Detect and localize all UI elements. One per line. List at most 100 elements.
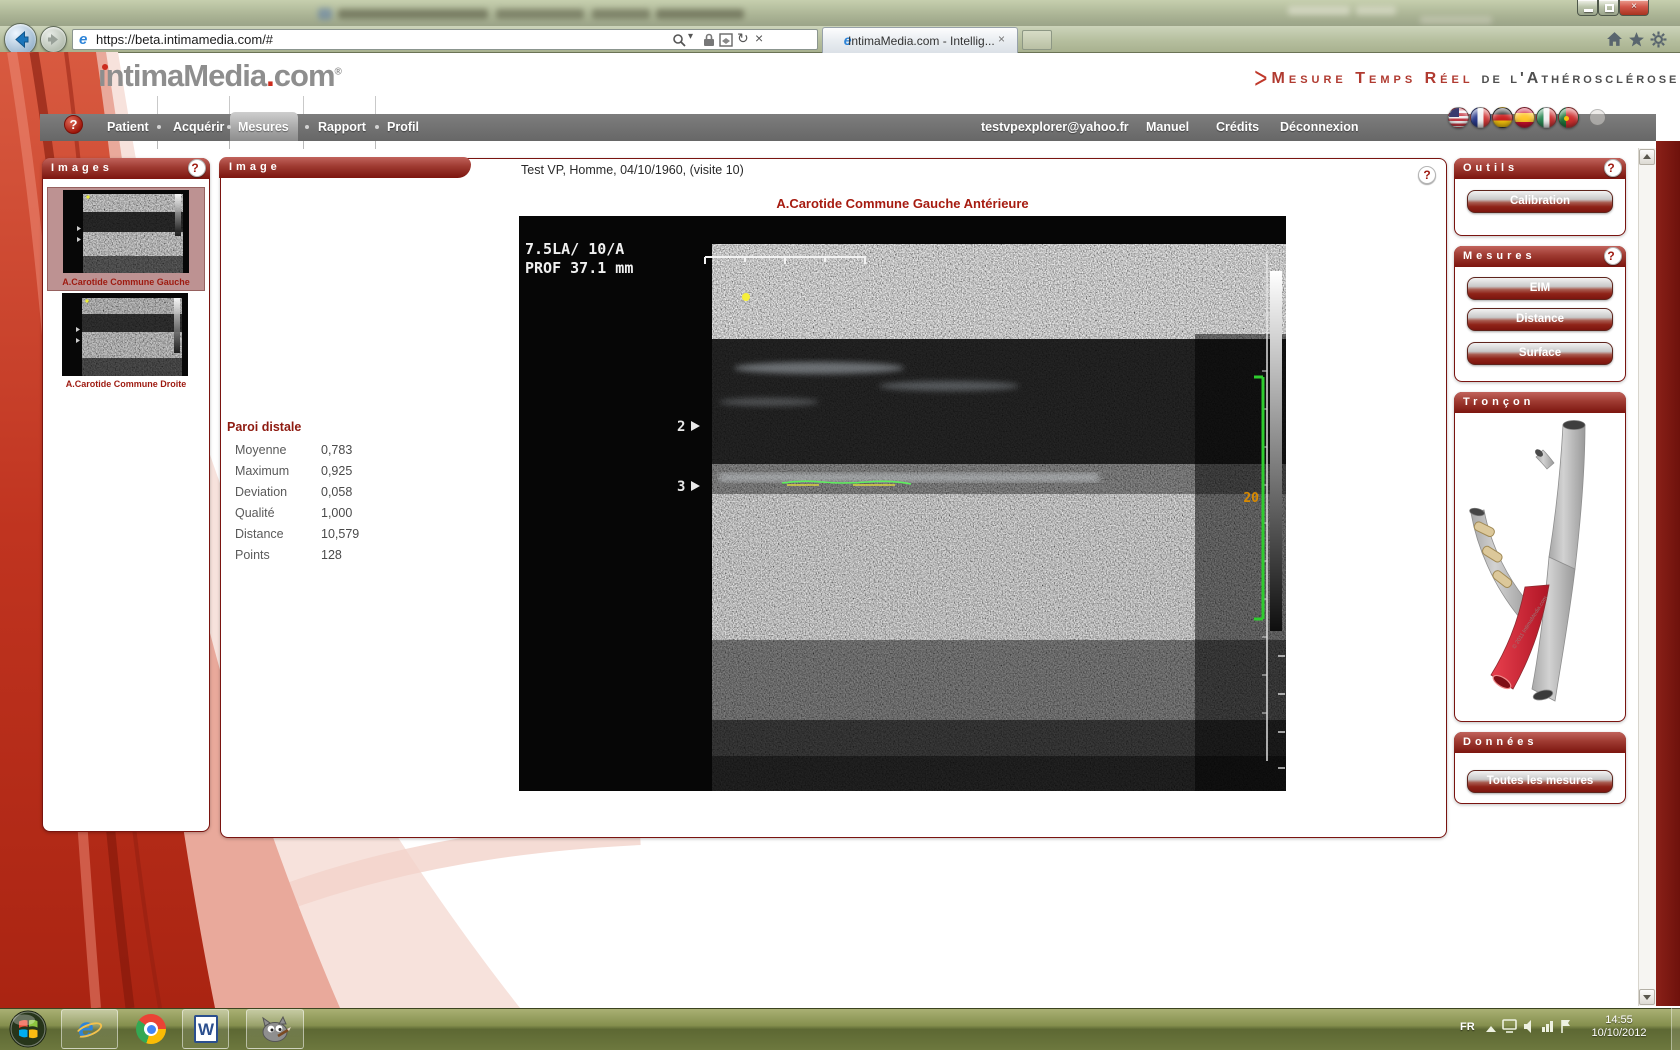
taskbar-chrome-button[interactable] — [136, 1014, 166, 1044]
donnees-panel-header: Données — [1454, 732, 1626, 753]
taskbar-gimp-button[interactable] — [246, 1009, 304, 1049]
measurement-row: Points128 — [235, 548, 395, 562]
flag-fr-icon[interactable] — [1470, 107, 1491, 128]
flag-extra-faded-icon[interactable] — [1589, 109, 1606, 126]
image-panel-title: Image — [229, 161, 281, 173]
images-panel-title: Images — [51, 162, 113, 174]
compatibility-view-icon[interactable] — [719, 33, 733, 47]
nav-help-button[interactable]: ? — [64, 115, 83, 134]
calibration-button[interactable]: Calibration — [1467, 190, 1613, 213]
internal-carotid-branch — [1549, 425, 1585, 569]
start-button[interactable] — [9, 1010, 47, 1048]
nav-bullet — [375, 125, 379, 129]
site-logo[interactable]: ıntimaMedia.com® — [98, 58, 342, 94]
distance-button[interactable]: Distance — [1467, 308, 1613, 331]
settings-gear-icon[interactable] — [1650, 31, 1667, 48]
nav-item-acquerir[interactable]: Acquérir — [173, 120, 224, 134]
marker-2-label: 2 — [677, 419, 685, 435]
flag-es-icon[interactable] — [1514, 107, 1535, 128]
measurement-value: 0,783 — [321, 443, 352, 457]
outils-panel: Outils ? Calibration — [1454, 158, 1626, 236]
surface-button[interactable]: Surface — [1467, 342, 1613, 365]
tray-language[interactable]: FR — [1460, 1021, 1475, 1033]
taskbar-word-button[interactable]: W — [182, 1009, 229, 1049]
tab-title: IntimaMedia.com - Intellig... — [848, 34, 995, 48]
monitor-icon[interactable] — [1503, 1020, 1516, 1032]
taskbar-ie-button[interactable]: e — [61, 1009, 118, 1049]
tab-close-icon[interactable]: × — [998, 32, 1005, 46]
thumbnail-label[interactable]: A.Carotide Commune Droite — [47, 379, 205, 389]
url-text[interactable]: https://beta.intimamedia.com/# — [96, 32, 273, 47]
scroll-up-button[interactable] — [1639, 149, 1655, 165]
nav-item-mesures[interactable]: Mesures — [238, 120, 289, 134]
forward-button[interactable] — [40, 26, 67, 53]
nav-item-patient[interactable]: Patient — [107, 120, 149, 134]
eim-button[interactable]: EIM — [1467, 277, 1613, 300]
measurement-value: 128 — [321, 548, 342, 562]
image-title: A.Carotide Commune Gauche Antérieure — [519, 196, 1286, 211]
tray-clock[interactable]: 14:55 10/10/2012 — [1576, 1014, 1662, 1040]
thumbnail-ultrasound-droite — [62, 293, 188, 376]
thumbnail-item[interactable]: A.Carotide Commune Droite — [47, 291, 205, 393]
show-desktop-button[interactable] — [1671, 1008, 1680, 1050]
action-center-flag-icon[interactable] — [1562, 1020, 1570, 1033]
mesures-panel-title: Mesures — [1463, 250, 1536, 262]
tray-hidden-icons-button[interactable] — [1486, 1026, 1496, 1032]
refresh-icon[interactable]: ↻ — [737, 30, 749, 47]
minimize-icon — [1584, 9, 1593, 12]
thumbnail-label[interactable]: A.Carotide Commune Gauche — [48, 277, 204, 287]
flag-us-icon[interactable] — [1448, 107, 1469, 128]
tray-icons[interactable] — [1502, 1018, 1572, 1036]
close-button[interactable]: × — [1619, 0, 1649, 16]
toutes-les-mesures-button[interactable]: Toutes les mesures — [1467, 770, 1613, 793]
images-help-button[interactable]: ? — [188, 159, 206, 177]
network-icon[interactable] — [1542, 1021, 1553, 1032]
image-panel-header: Image — [219, 157, 471, 178]
maximize-icon — [1605, 4, 1614, 12]
flag-pt-icon[interactable] — [1558, 107, 1579, 128]
home-icon[interactable] — [1606, 31, 1623, 48]
image-help-button[interactable]: ? — [1418, 166, 1436, 184]
favorites-star-icon[interactable] — [1628, 31, 1645, 48]
page-scrollbar-track[interactable] — [1638, 148, 1656, 1006]
ultrasound-image[interactable]: 7.5LA/ 10/A PROF 37.1 mm 2 3 20 — [519, 216, 1286, 791]
new-tab-button[interactable] — [1022, 30, 1052, 50]
nav-item-profil[interactable]: Profil — [387, 120, 419, 134]
windows-logo-icon — [9, 1010, 47, 1048]
nav-link-deconnexion[interactable]: Déconnexion — [1280, 120, 1359, 134]
measurement-row: Qualité1,000 — [235, 506, 395, 520]
nav-link-credits[interactable]: Crédits — [1216, 120, 1259, 134]
search-dropdown-caret-icon[interactable]: ▾ — [688, 31, 693, 42]
nav-bullet — [227, 125, 231, 129]
background-window-title-blur — [338, 9, 488, 19]
flag-de-icon[interactable] — [1492, 107, 1513, 128]
troncon-panel-header: Tronçon — [1454, 392, 1626, 413]
background-window-title-blur — [592, 9, 650, 19]
page-right-red-band — [1656, 141, 1680, 1006]
carotid-artery-diagram[interactable]: © 2011 IntimaMedia.com — [1459, 417, 1623, 717]
flag-us-canton — [1449, 108, 1459, 117]
nav-separator — [229, 96, 230, 114]
nav-item-rapport[interactable]: Rapport — [318, 120, 366, 134]
yellow-reference-dot — [742, 293, 750, 301]
nav-link-manuel[interactable]: Manuel — [1146, 120, 1189, 134]
lock-icon[interactable] — [703, 33, 715, 47]
flag-it-icon[interactable] — [1536, 107, 1557, 128]
logo-dot: . — [266, 58, 274, 93]
thumbnail-ultrasound-gauche — [63, 190, 189, 273]
thumbnail-item-selected[interactable]: A.Carotide Commune Gauche — [47, 187, 205, 291]
measurement-label: Deviation — [235, 485, 287, 499]
internal-carotid-cut-end — [1563, 421, 1585, 430]
maximize-button[interactable] — [1598, 0, 1619, 16]
measurement-value: 0,058 — [321, 485, 352, 499]
background-panel-blur — [1420, 16, 1492, 24]
minimize-button[interactable] — [1577, 0, 1598, 16]
outils-help-button[interactable]: ? — [1604, 159, 1622, 177]
volume-icon[interactable] — [1524, 1020, 1531, 1033]
patient-info: Test VP, Homme, 04/10/1960, (visite 10) — [521, 163, 744, 177]
user-email[interactable]: testvpexplorer@yahoo.fr — [981, 120, 1129, 134]
stop-icon[interactable]: × — [755, 30, 763, 46]
mesures-help-button[interactable]: ? — [1604, 247, 1622, 265]
search-icon[interactable] — [672, 33, 686, 47]
scroll-down-button[interactable] — [1639, 989, 1655, 1005]
